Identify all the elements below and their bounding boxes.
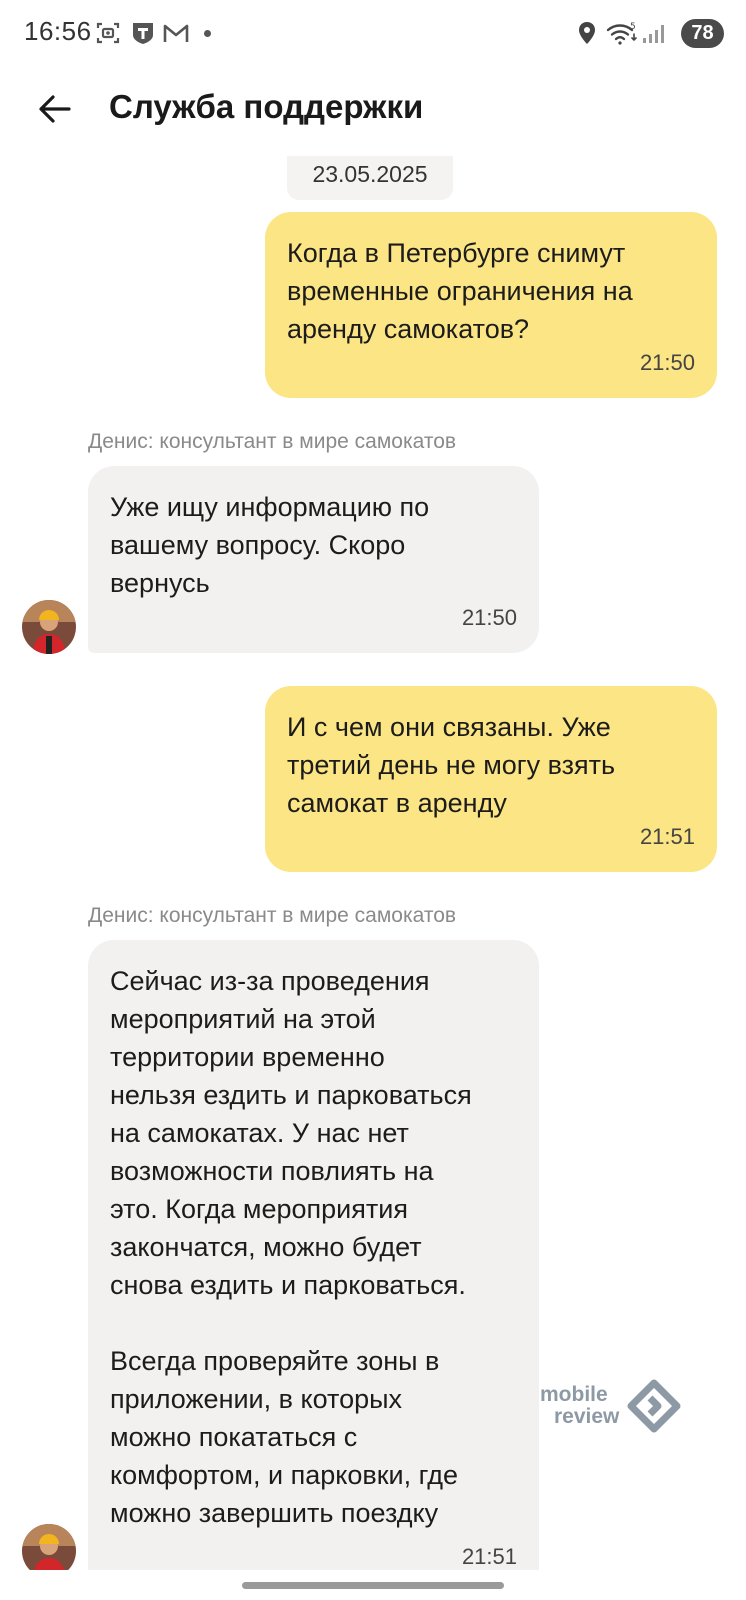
location-icon (574, 20, 600, 46)
watermark-line2: review (554, 1405, 620, 1428)
avatar[interactable] (22, 600, 76, 654)
app-header: Служба поддержки (0, 66, 746, 156)
watermark-line1: mobile (540, 1383, 608, 1406)
message-text: Уже ищу информацию по вашему вопросу. Ск… (110, 492, 430, 598)
status-bar: 16:56 5 78 (0, 0, 746, 66)
status-time: 16:56 (24, 16, 92, 46)
chat-thread[interactable]: 23.05.2025 Когда в Петербурге снимут вре… (0, 156, 746, 1570)
date-separator: 23.05.2025 (287, 156, 453, 200)
incoming-message[interactable]: Сейчас из-за проведения мероприятий на э… (88, 940, 539, 1570)
sender-name: Денис: консультант в мире самокатов (88, 904, 457, 927)
wifi-icon: 5 (606, 20, 638, 46)
home-indicator[interactable] (242, 1582, 504, 1589)
outgoing-message[interactable]: Когда в Петербурге снимут временные огра… (265, 212, 717, 398)
svg-text:5: 5 (630, 22, 636, 32)
message-time: 21:51 (461, 1544, 517, 1569)
message-time: 21:51 (639, 824, 695, 849)
page-title: Служба поддержки (109, 88, 424, 125)
battery-indicator: 78 (681, 19, 724, 48)
mobile-review-watermark: mobile review (540, 1378, 690, 1442)
avatar[interactable] (22, 1524, 76, 1570)
message-time: 21:50 (639, 350, 695, 375)
message-text: Когда в Петербурге снимут временные огра… (287, 238, 633, 344)
signal-icon (640, 20, 666, 46)
gmail-icon (162, 20, 189, 46)
outgoing-message[interactable]: И с чем они связаны. Уже третий день не … (265, 686, 717, 872)
tinkoff-icon (130, 20, 156, 46)
sender-name: Денис: консультант в мире самокатов (88, 430, 457, 453)
notification-dot (204, 30, 211, 37)
message-text: Сейчас из-за проведения мероприятий на э… (110, 966, 472, 1528)
incoming-message[interactable]: Уже ищу информацию по вашему вопросу. Ск… (88, 466, 539, 653)
mobile-review-logo-icon (627, 1379, 681, 1433)
arrow-left-icon (39, 95, 71, 123)
screenshot-icon (95, 20, 121, 46)
back-button[interactable] (30, 84, 80, 134)
message-text: И с чем они связаны. Уже третий день не … (287, 712, 616, 818)
message-time: 21:50 (461, 605, 517, 630)
